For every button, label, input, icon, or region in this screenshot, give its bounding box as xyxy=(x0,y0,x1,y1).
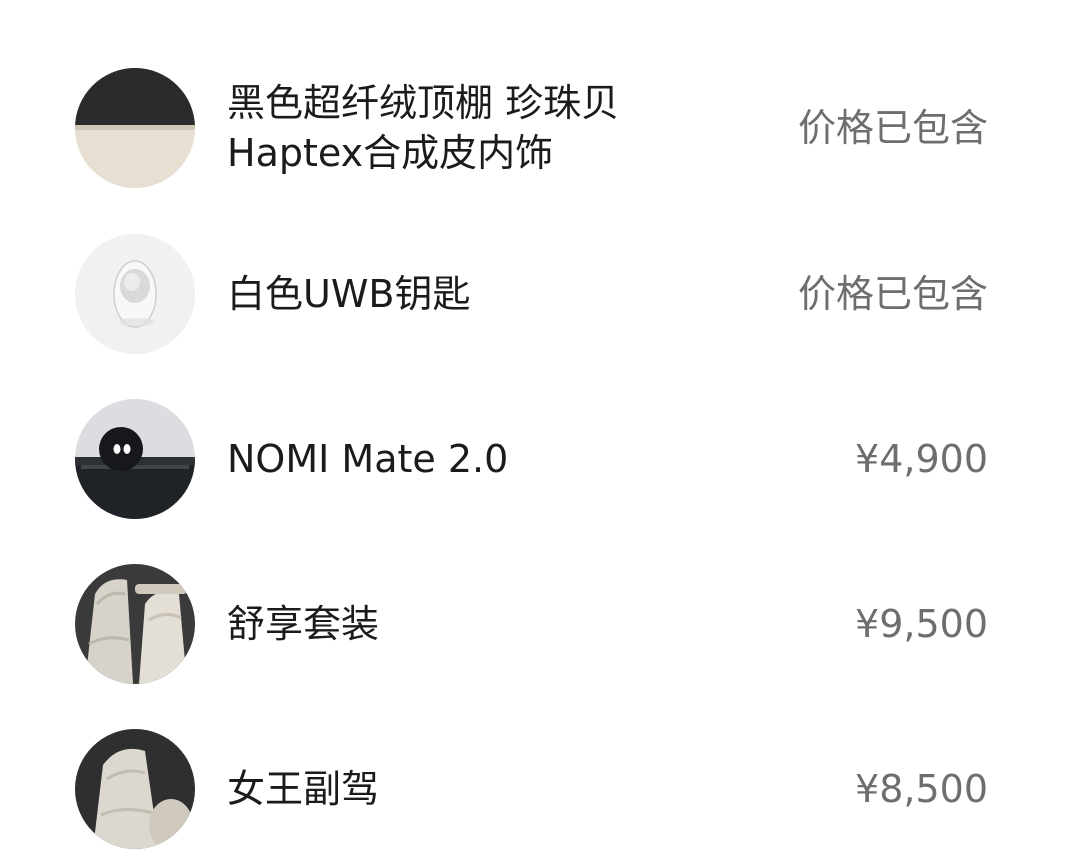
option-name-line: 黑色超纤绒顶棚 珍珠贝 xyxy=(227,81,620,125)
option-name: 白色UWB钥匙 xyxy=(227,269,727,319)
option-name-line: Haptex合成皮内饰 xyxy=(227,131,554,175)
queen-seat-thumbnail xyxy=(75,729,195,849)
option-name-line: NOMI Mate 2.0 xyxy=(227,437,509,481)
option-name: NOMI Mate 2.0 xyxy=(227,434,727,484)
option-list: 黑色超纤绒顶棚 珍珠贝 Haptex合成皮内饰 价格已包含 白色UWB钥匙 价格… xyxy=(0,0,1080,849)
uwb-key-thumbnail xyxy=(75,234,195,354)
option-price: ¥4,900 xyxy=(855,437,988,481)
nomi-mate-thumbnail xyxy=(75,399,195,519)
list-item[interactable]: 女王副驾 ¥8,500 xyxy=(0,729,1080,849)
option-price: ¥8,500 xyxy=(855,767,988,811)
option-price: 价格已包含 xyxy=(797,106,988,150)
option-name-line: 女王副驾 xyxy=(227,767,380,811)
list-item[interactable]: 黑色超纤绒顶棚 珍珠贝 Haptex合成皮内饰 价格已包含 xyxy=(0,68,1080,188)
option-name: 舒享套装 xyxy=(227,599,727,649)
interior-swatch-thumbnail xyxy=(75,68,195,188)
option-name-line: 白色UWB钥匙 xyxy=(227,272,471,316)
list-item[interactable]: NOMI Mate 2.0 ¥4,900 xyxy=(0,399,1080,519)
comfort-package-thumbnail xyxy=(75,564,195,684)
list-item[interactable]: 舒享套装 ¥9,500 xyxy=(0,564,1080,684)
option-price: ¥9,500 xyxy=(855,602,988,646)
option-name: 女王副驾 xyxy=(227,764,727,814)
option-price: 价格已包含 xyxy=(797,272,988,316)
list-item[interactable]: 白色UWB钥匙 价格已包含 xyxy=(0,234,1080,354)
option-name: 黑色超纤绒顶棚 珍珠贝 Haptex合成皮内饰 xyxy=(227,78,727,178)
option-name-line: 舒享套装 xyxy=(227,602,380,646)
